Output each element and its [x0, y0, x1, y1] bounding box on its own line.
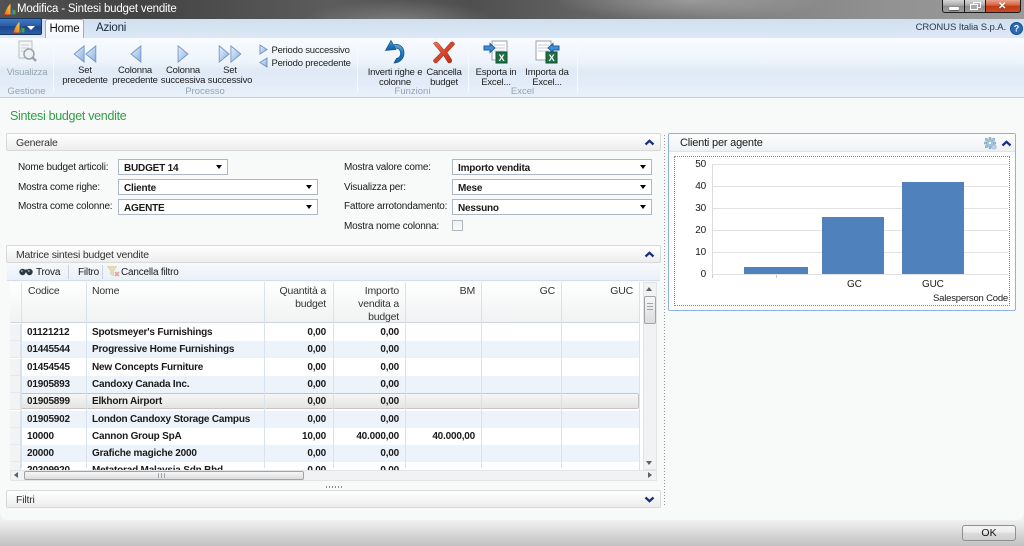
svg-text:X: X [499, 53, 505, 63]
svg-text:?: ? [1014, 24, 1020, 34]
svg-text:X: X [549, 53, 555, 63]
